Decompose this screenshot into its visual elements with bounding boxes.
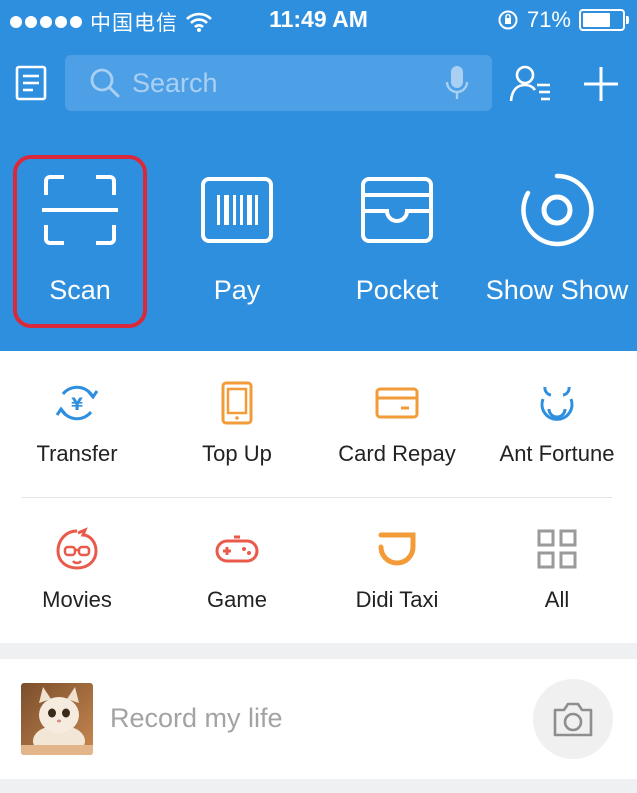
pocket-button[interactable]: Pocket: [317, 155, 477, 330]
search-input[interactable]: Search: [65, 55, 492, 111]
quick-actions: Scan Pay Pocket Show Show: [0, 155, 637, 335]
contacts-icon[interactable]: [508, 63, 554, 105]
all-label: All: [544, 587, 570, 612]
pocket-label: Pocket: [355, 275, 439, 305]
all-services-button[interactable]: All: [477, 497, 637, 627]
search-icon: [90, 68, 120, 98]
services-grid: ¥ Transfer Top Up Card Repay Ant Fortune: [0, 351, 637, 643]
game-button[interactable]: Game: [157, 497, 317, 627]
ant-fortune-icon: [540, 386, 574, 421]
ant-fortune-button[interactable]: Ant Fortune: [477, 351, 637, 481]
card-repay-button[interactable]: Card Repay: [317, 351, 477, 481]
search-placeholder: Search: [132, 68, 218, 98]
movies-button[interactable]: Movies: [0, 497, 157, 627]
plus-icon[interactable]: [580, 63, 622, 105]
microphone-icon[interactable]: [444, 65, 470, 101]
top-up-label: Top Up: [202, 441, 272, 466]
phone-icon: [221, 381, 253, 425]
record-placeholder: Record my life: [110, 703, 283, 733]
wallet-icon: [361, 177, 433, 243]
cat-avatar-image: [21, 683, 93, 755]
movies-face-icon: [56, 527, 98, 570]
scan-icon: [42, 175, 118, 245]
battery-percent: 71%: [526, 7, 571, 32]
camera-icon: [553, 702, 593, 737]
scan-label: Scan: [49, 275, 111, 305]
didi-taxi-label: Didi Taxi: [355, 587, 439, 612]
rotation-lock-icon: [498, 10, 518, 30]
svg-text:¥: ¥: [71, 395, 83, 415]
camera-button[interactable]: [533, 679, 613, 759]
ant-fortune-label: Ant Fortune: [499, 441, 615, 466]
app-header: 中国电信 11:49 AM 71% Search Scan Pay Pocket…: [0, 0, 637, 351]
show-show-label: Show Show: [485, 275, 629, 305]
pay-label: Pay: [213, 275, 261, 305]
card-repay-label: Card Repay: [338, 441, 456, 466]
movies-label: Movies: [42, 587, 112, 612]
transfer-label: Transfer: [36, 441, 118, 466]
transfer-icon: ¥: [55, 385, 99, 421]
card-icon: [375, 387, 419, 419]
scan-button[interactable]: Scan: [0, 155, 160, 330]
show-show-button[interactable]: Show Show: [477, 155, 637, 330]
didi-icon: [378, 532, 416, 566]
game-label: Game: [207, 587, 267, 612]
gamepad-icon: [215, 535, 259, 563]
top-up-button[interactable]: Top Up: [157, 351, 317, 481]
record-life-bar[interactable]: Record my life: [0, 659, 637, 779]
grid-icon: [537, 529, 577, 569]
search-row: Search: [0, 55, 637, 111]
pay-button[interactable]: Pay: [157, 155, 317, 330]
transfer-button[interactable]: ¥ Transfer: [0, 351, 157, 481]
bill-list-icon[interactable]: [14, 64, 48, 102]
show-circle-icon: [521, 173, 594, 247]
avatar[interactable]: [21, 683, 93, 755]
barcode-pay-icon: [201, 177, 273, 243]
didi-taxi-button[interactable]: Didi Taxi: [317, 497, 477, 627]
battery-icon: [579, 9, 629, 31]
status-bar: 中国电信 11:49 AM 71%: [0, 0, 637, 40]
